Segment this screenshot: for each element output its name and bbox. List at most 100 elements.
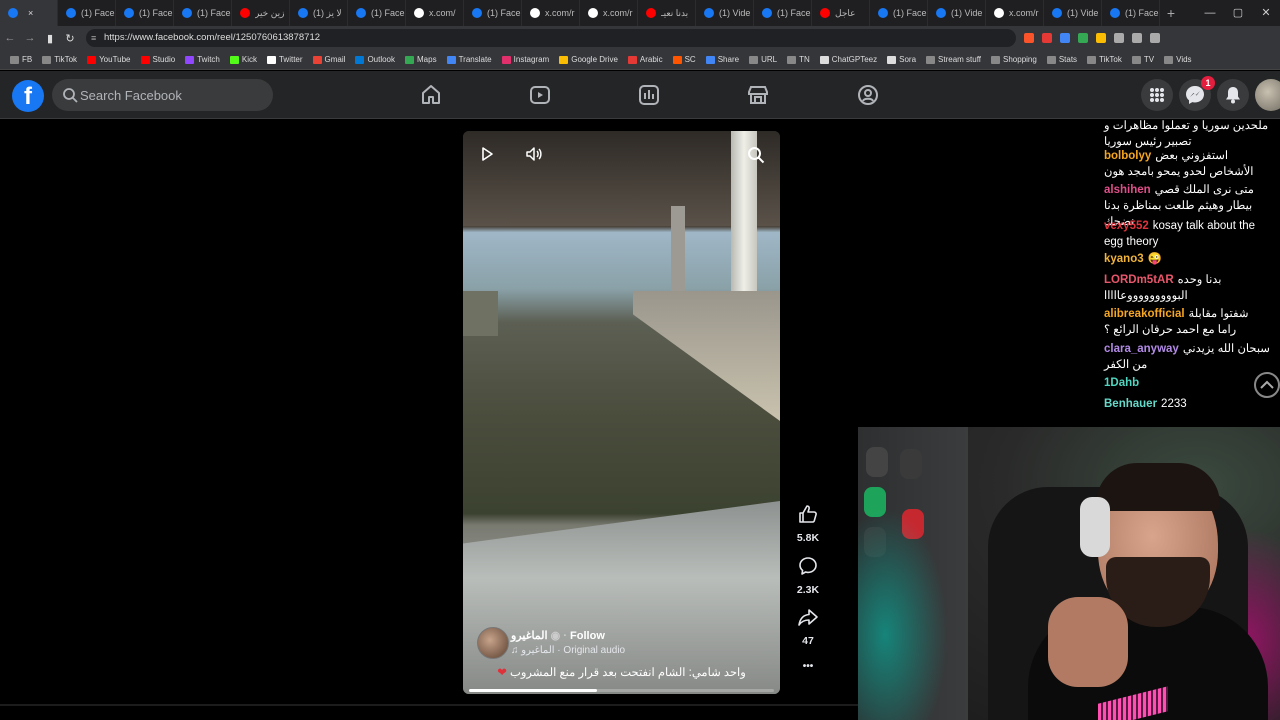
share-button[interactable]: 47 [790, 606, 826, 647]
marketplace-icon[interactable] [746, 83, 770, 107]
browser-tab[interactable]: (1) Face [754, 0, 812, 26]
browser-tab[interactable]: (1) Vide [696, 0, 754, 26]
reel-video[interactable]: الماغيرو ◉ · Follow ♫ الماغيرو · Origina… [463, 131, 780, 694]
home-icon[interactable] [419, 83, 443, 107]
browser-tab[interactable]: x.com/r [986, 0, 1044, 26]
tab-label: (1) Vide [1067, 8, 1099, 18]
browser-tab[interactable]: (1) Face [174, 0, 232, 26]
search-input[interactable] [80, 79, 265, 111]
browser-tab[interactable]: (1) Face [116, 0, 174, 26]
bookmark-item[interactable]: TikTok [1083, 55, 1126, 64]
bookmark-item[interactable]: Google Drive [555, 55, 622, 64]
feeds-icon[interactable] [637, 83, 661, 107]
volume-icon[interactable] [525, 145, 543, 163]
chat-username[interactable]: alshihen [1104, 184, 1151, 196]
chat-username[interactable]: alibreakofficial [1104, 308, 1185, 320]
owner-name[interactable]: الماغيرو [511, 630, 548, 642]
browser-tab[interactable]: x.com/ [406, 0, 464, 26]
browser-tab[interactable]: عاجل [812, 0, 870, 26]
search-box[interactable] [52, 79, 273, 111]
bookmark-item[interactable]: ChatGPTeez [816, 55, 881, 64]
browser-tab[interactable]: (1) لا يز [290, 0, 348, 26]
bookmark-item[interactable]: Outlook [351, 55, 399, 64]
new-tab-button[interactable]: + [1160, 5, 1182, 21]
close-tab-icon[interactable]: × [28, 8, 33, 18]
close-icon[interactable]: ✕ [1252, 0, 1280, 26]
comment-button[interactable]: 2.3K [790, 555, 826, 596]
browser-tab[interactable]: (1) Vide [928, 0, 986, 26]
browser-tab[interactable]: بدنا نعيـ [638, 0, 696, 26]
chat-username[interactable]: clara_anyway [1104, 343, 1179, 355]
browser-tab[interactable]: (1) Face [464, 0, 522, 26]
browser-tab[interactable]: زين خير [232, 0, 290, 26]
bookmark-item[interactable]: Instagram [498, 55, 554, 64]
owner-avatar[interactable] [477, 627, 509, 659]
extension-icon[interactable] [1042, 33, 1052, 43]
bookmark-item[interactable]: Gmail [309, 55, 350, 64]
bookmark-item[interactable]: URL [745, 55, 781, 64]
bookmark-item[interactable]: Maps [401, 55, 441, 64]
chat-username[interactable]: LORDm5tAR [1104, 274, 1174, 286]
browser-tab[interactable]: × [0, 0, 58, 26]
maximize-icon[interactable]: ▢ [1224, 0, 1252, 26]
audio-row[interactable]: ♫ الماغيرو · Original audio [511, 645, 625, 656]
bookmark-icon[interactable]: ▮ [40, 32, 60, 45]
forward-icon[interactable]: → [20, 32, 40, 44]
facebook-logo[interactable]: f [12, 80, 44, 112]
notifications-button[interactable] [1217, 79, 1249, 111]
bookmark-item[interactable]: Twitter [263, 55, 307, 64]
bookmark-item[interactable]: Arabic [624, 55, 667, 64]
more-options-button[interactable]: ••• [790, 661, 826, 672]
browser-tab[interactable]: x.com/r [580, 0, 638, 26]
extension-icon[interactable] [1060, 33, 1070, 43]
bookmark-item[interactable]: Shopping [987, 55, 1041, 64]
browser-tab[interactable]: (1) Face [870, 0, 928, 26]
browser-tab[interactable]: (1) Face [58, 0, 116, 26]
bookmark-item[interactable]: FB [6, 55, 36, 64]
like-button[interactable]: 5.8K [790, 503, 826, 544]
back-icon[interactable]: ← [0, 32, 20, 44]
bookmark-item[interactable]: Vids [1160, 55, 1195, 64]
chat-username[interactable]: kyano3 [1104, 253, 1144, 265]
reload-icon[interactable]: ↻ [60, 32, 80, 45]
bookmark-item[interactable]: TV [1128, 55, 1158, 64]
bookmark-item[interactable]: Kick [226, 55, 261, 64]
chat-username[interactable]: vexy552 [1104, 220, 1149, 232]
menu-button[interactable] [1141, 79, 1173, 111]
extension-icon[interactable] [1096, 33, 1106, 43]
video-progress-bar[interactable] [469, 689, 774, 692]
address-bar[interactable]: ≡ https://www.facebook.com/reel/12507606… [86, 29, 1016, 47]
play-icon[interactable] [479, 146, 495, 162]
bookmark-item[interactable]: Stats [1043, 55, 1081, 64]
video-icon[interactable] [528, 83, 552, 107]
profile-avatar[interactable] [1255, 79, 1280, 111]
chat-scroll-up-button[interactable] [1254, 372, 1280, 398]
bookmark-item[interactable]: Sora [883, 55, 920, 64]
extension-icon[interactable] [1114, 33, 1124, 43]
browser-tab[interactable]: x.com/r [522, 0, 580, 26]
search-icon[interactable] [747, 146, 765, 164]
site-info-icon[interactable]: ≡ [91, 29, 96, 47]
minimize-icon[interactable]: — [1196, 0, 1224, 26]
bookmark-item[interactable]: Studio [137, 55, 180, 64]
extension-icon[interactable] [1132, 33, 1142, 43]
chat-username[interactable]: 1Dahb [1104, 377, 1139, 389]
extension-icon[interactable] [1150, 33, 1160, 43]
extension-icon[interactable] [1078, 33, 1088, 43]
bookmark-item[interactable]: Translate [443, 55, 496, 64]
chat-username[interactable]: bolbolyy [1104, 150, 1151, 162]
browser-tab[interactable]: (1) Face [348, 0, 406, 26]
bookmark-item[interactable]: Stream stuff [922, 55, 985, 64]
follow-button[interactable]: Follow [570, 630, 605, 642]
groups-icon[interactable] [856, 83, 880, 107]
bookmark-item[interactable]: TN [783, 55, 814, 64]
bookmark-item[interactable]: Twitch [181, 55, 224, 64]
bookmark-item[interactable]: SC [669, 55, 700, 64]
chat-username[interactable]: Benhauer [1104, 398, 1157, 410]
bookmark-item[interactable]: TikTok [38, 55, 81, 64]
bookmark-item[interactable]: YouTube [83, 55, 134, 64]
browser-tab[interactable]: (1) Vide [1044, 0, 1102, 26]
bookmark-item[interactable]: Share [702, 55, 743, 64]
brave-shield-icon[interactable] [1024, 33, 1034, 43]
browser-tab[interactable]: (1) Face [1102, 0, 1160, 26]
